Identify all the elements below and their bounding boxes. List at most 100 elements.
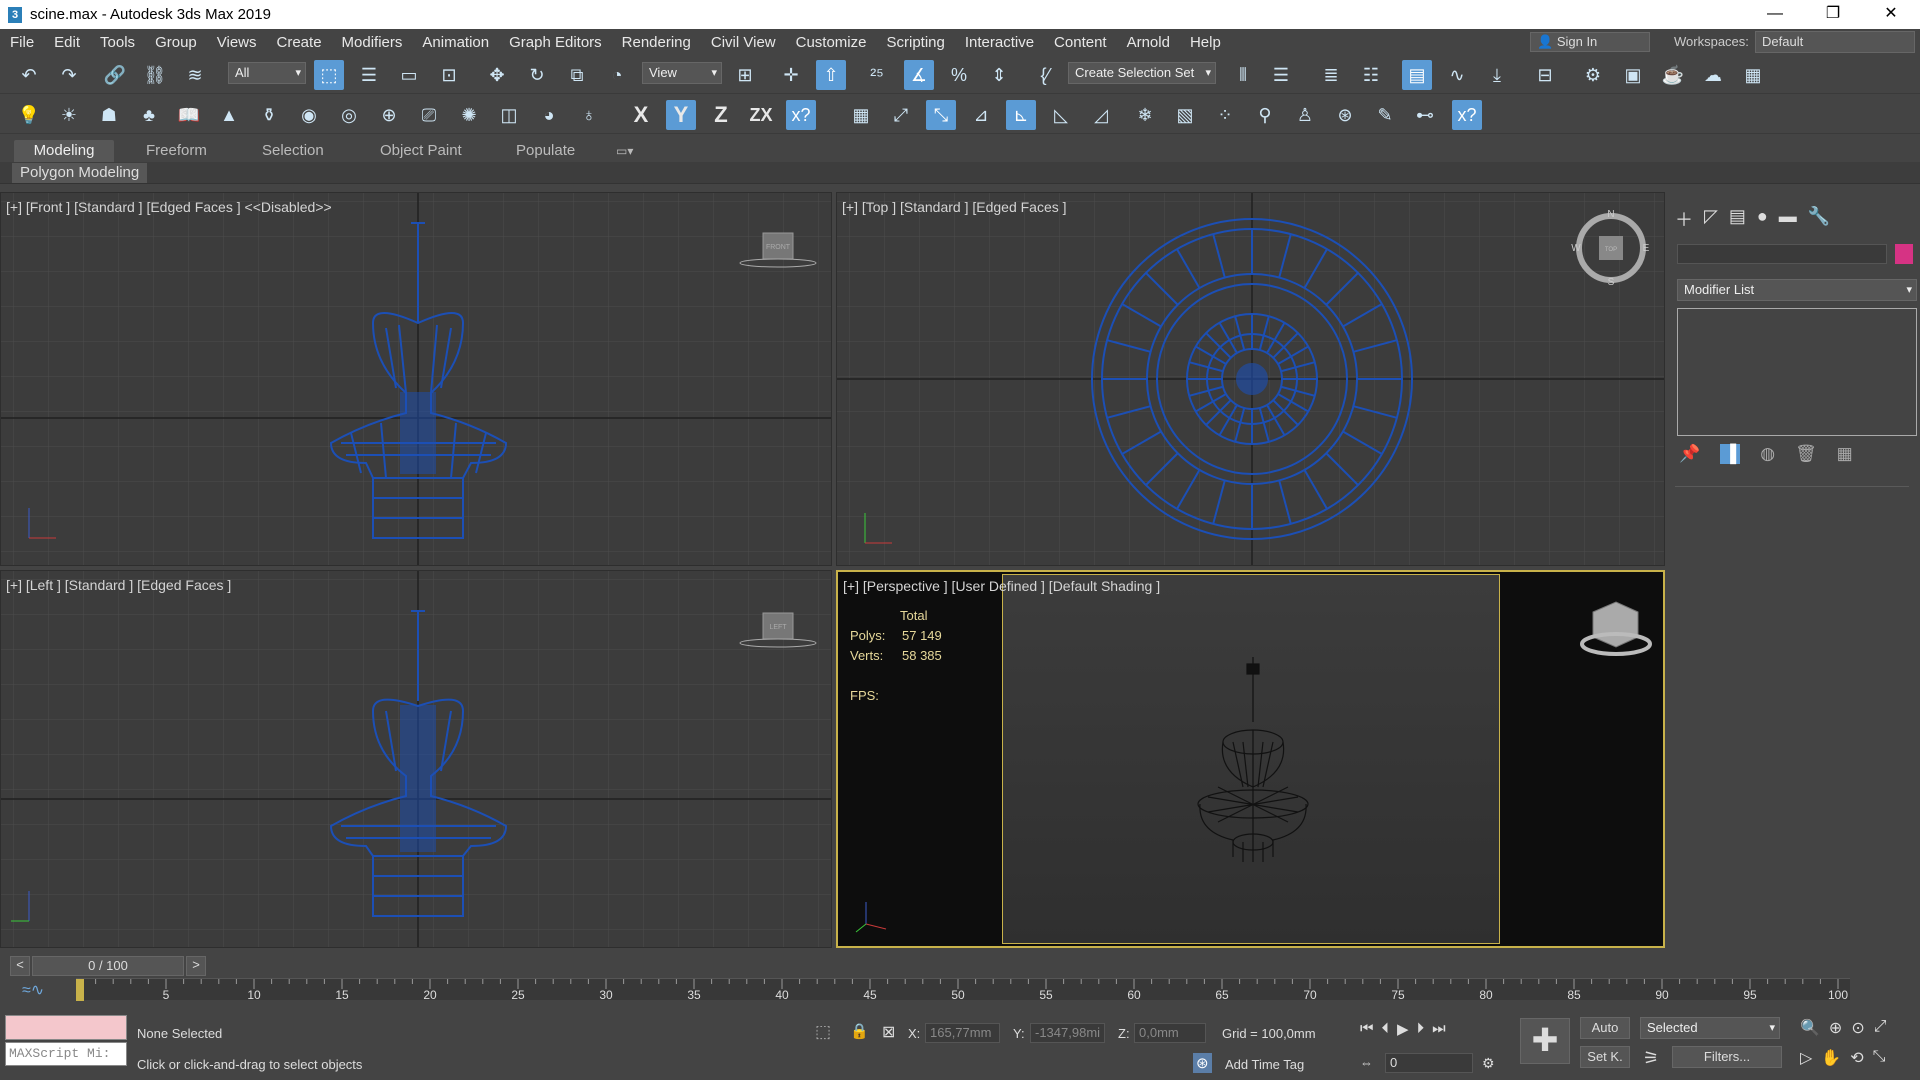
target-icon[interactable]: ⊛ (1330, 100, 1360, 130)
bottle-icon[interactable]: ⚱ (254, 100, 284, 130)
align-icon[interactable]: ☰ (1266, 60, 1296, 90)
tab-modeling[interactable]: Modeling (14, 140, 114, 162)
time-tag-icon[interactable]: ⊛ (1193, 1053, 1212, 1073)
modify-tab-icon[interactable]: ◸ (1704, 206, 1718, 232)
spinner-snap-icon[interactable]: ⇕ (984, 60, 1014, 90)
create-tab-icon[interactable]: ＋ (1675, 206, 1693, 232)
curve-mini-icon[interactable]: ≈∿ (22, 980, 44, 1000)
z-coordinate[interactable]: 0,0mm (1134, 1023, 1206, 1043)
pin-stack-icon[interactable]: 📌 (1679, 444, 1700, 464)
viewport-top-label[interactable]: [+] [Top ] [Standard ] [Edged Faces ] (842, 199, 1067, 215)
snowflake-icon[interactable]: ❄ (1130, 100, 1160, 130)
undo-icon[interactable]: ↶ (14, 60, 44, 90)
percent-snap-icon[interactable]: % (944, 60, 974, 90)
selection-filter-dropdown[interactable]: All (228, 62, 306, 84)
viewport-front[interactable]: [+] [Front ] [Standard ] [Edged Faces ] … (0, 192, 832, 566)
absolute-mode-icon[interactable]: ⊠ (882, 1022, 895, 1042)
set-key-icon[interactable]: ✚ (1520, 1018, 1570, 1064)
layer-explorer-icon[interactable]: ≣ (1316, 60, 1346, 90)
modifier-stack[interactable] (1677, 308, 1917, 436)
snap-edge-icon[interactable]: ⤡ (926, 100, 956, 130)
tab-populate[interactable]: Populate (504, 140, 587, 162)
rotate-icon[interactable]: ↻ (522, 60, 552, 90)
xref-icon[interactable]: x? (1452, 100, 1482, 130)
auto-key-button[interactable]: Auto (1580, 1017, 1630, 1039)
key-tangent-icon[interactable]: ⚞ (1643, 1048, 1659, 1069)
key-mode-icon[interactable]: ⇔ (1360, 1055, 1373, 1070)
render-in-cloud-icon[interactable]: ☁ (1698, 60, 1728, 90)
viewport-left[interactable]: [+] [Left ] [Standard ] [Edged Faces ] L… (0, 570, 832, 948)
maximize-viewport-icon[interactable]: ⤢ (1874, 1018, 1887, 1038)
menu-edit[interactable]: Edit (44, 34, 90, 51)
foliage-icon[interactable]: ♣ (134, 100, 164, 130)
camera-icon[interactable]: ⎚ (414, 100, 444, 130)
mirror-icon[interactable]: ⫴ (1228, 60, 1258, 90)
zoom-icon[interactable]: 🔍 (1800, 1018, 1820, 1038)
menu-arnold[interactable]: Arnold (1117, 34, 1180, 51)
axis-z-button[interactable]: Z (706, 100, 736, 130)
lock-icon[interactable]: 🔒 (850, 1022, 869, 1040)
toggle-ribbon-icon[interactable]: ▤ (1402, 60, 1432, 90)
time-config-icon[interactable]: ⚙ (1482, 1055, 1495, 1072)
key-filter-dropdown[interactable]: Selected (1640, 1017, 1780, 1039)
zoom-extents-icon[interactable]: ⊙ (1851, 1018, 1864, 1038)
redo-icon[interactable]: ↷ (54, 60, 84, 90)
goto-start-icon[interactable]: ⏮ (1360, 1020, 1374, 1038)
maxscript-input[interactable]: MAXScript Mi: (5, 1042, 127, 1066)
menu-graph-editors[interactable]: Graph Editors (499, 34, 612, 51)
toggle-layer-icon[interactable]: ☷ (1356, 60, 1386, 90)
display-tab-icon[interactable]: ▬ (1779, 206, 1797, 232)
place-icon[interactable]: ◔ (602, 60, 632, 90)
menu-file[interactable]: File (0, 34, 44, 51)
set-key-button[interactable]: Set K. (1580, 1046, 1630, 1068)
next-frame-icon[interactable]: ⏵ (1417, 1020, 1425, 1038)
viewport-perspective[interactable]: [+] [Perspective ] [User Defined ] [Defa… (836, 570, 1665, 948)
sign-in-dropdown[interactable]: 👤 Sign In (1530, 32, 1650, 52)
render-shortcuts-icon[interactable]: ▦ (1738, 60, 1768, 90)
select-by-name-icon[interactable]: ☰ (354, 60, 384, 90)
torus-icon[interactable]: ◎ (334, 100, 364, 130)
field-of-view-icon[interactable]: ▷ (1800, 1048, 1812, 1068)
viewcube-perspective[interactable] (1580, 601, 1652, 656)
keyboard-shortcut-override-icon[interactable]: ⇧ (816, 60, 846, 90)
snap-vertex-icon[interactable]: ⤢ (886, 100, 916, 130)
paint-icon[interactable]: ✎ (1370, 100, 1400, 130)
sun-icon[interactable]: ☀ (54, 100, 84, 130)
box-icon[interactable]: ◫ (494, 100, 524, 130)
goto-end-icon[interactable]: ⏭ (1432, 1020, 1446, 1038)
menu-interactive[interactable]: Interactive (955, 34, 1044, 51)
grid-points-icon[interactable]: ⁘ (1210, 100, 1240, 130)
y-coordinate[interactable]: -1347,98mi (1030, 1023, 1105, 1043)
snap-perp-icon[interactable]: ◿ (1086, 100, 1116, 130)
pan-icon[interactable]: ✋ (1821, 1048, 1841, 1068)
x-coordinate[interactable]: 165,77mm (925, 1023, 1000, 1043)
time-marker[interactable] (76, 979, 84, 1001)
snap-pivot-icon[interactable]: ⊾ (1006, 100, 1036, 130)
orbit-icon[interactable]: ⟲ (1850, 1048, 1863, 1068)
modifier-list-dropdown[interactable]: Modifier List (1677, 279, 1917, 301)
render-production-icon[interactable]: ☕ (1658, 60, 1688, 90)
menu-views[interactable]: Views (207, 34, 267, 51)
snap-face-icon[interactable]: ⊿ (966, 100, 996, 130)
add-time-tag[interactable]: Add Time Tag (1225, 1057, 1304, 1072)
track-bar[interactable]: 0510152025303540455055606570758085909510… (75, 978, 1850, 1002)
menu-rendering[interactable]: Rendering (612, 34, 701, 51)
max-toggle-icon[interactable]: ⤡ (1873, 1048, 1886, 1068)
snap-bbox-icon[interactable]: ◺ (1046, 100, 1076, 130)
menu-modifiers[interactable]: Modifiers (332, 34, 413, 51)
freeze-icon[interactable]: ▧ (1170, 100, 1200, 130)
object-color-swatch[interactable] (1895, 244, 1913, 264)
make-unique-icon[interactable]: ◍ (1760, 444, 1775, 464)
menu-scripting[interactable]: Scripting (876, 34, 954, 51)
maxscript-listener-top[interactable] (5, 1015, 127, 1040)
create-selection-set-dropdown[interactable]: Create Selection Set (1068, 62, 1216, 84)
object-name-field[interactable] (1677, 244, 1887, 264)
polygon-modeling-label[interactable]: Polygon Modeling (12, 163, 148, 183)
time-slider[interactable]: 0 / 100 (32, 956, 184, 976)
zoom-all-icon[interactable]: ⊕ (1829, 1018, 1842, 1038)
book-icon[interactable]: 📖 (174, 100, 204, 130)
filters-button[interactable]: Filters... (1672, 1046, 1782, 1068)
light-icon[interactable]: 💡 (14, 100, 44, 130)
menu-animation[interactable]: Animation (412, 34, 499, 51)
tab-selection[interactable]: Selection (250, 140, 336, 162)
